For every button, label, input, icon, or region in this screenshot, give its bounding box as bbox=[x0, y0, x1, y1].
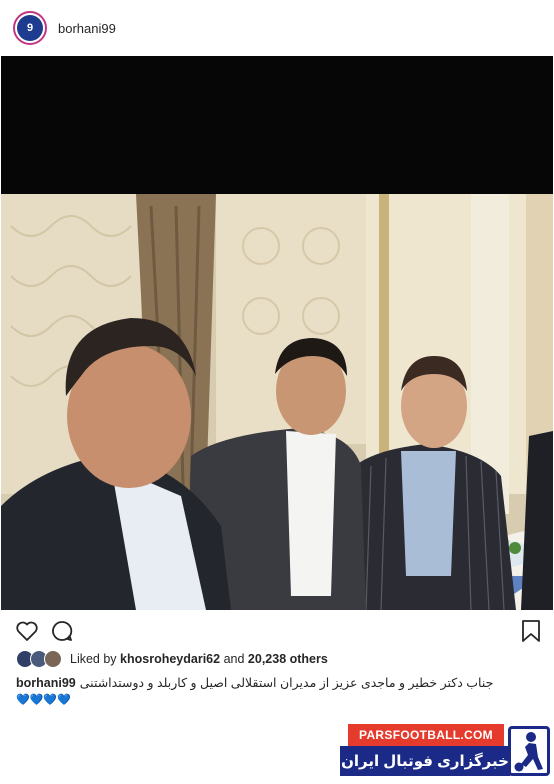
heart-outline-icon[interactable] bbox=[14, 618, 40, 644]
comment-bubble-icon[interactable] bbox=[49, 618, 75, 644]
caption-text: جناب دکتر خطیر و ماجدی عزیز از مدیران اس… bbox=[79, 676, 494, 690]
watermark-name: خبرگزاری فوتبال ایران bbox=[340, 746, 510, 776]
likes-count-link[interactable]: 20,238 others bbox=[248, 652, 328, 666]
caption-username-link[interactable]: borhani99 bbox=[16, 676, 76, 690]
avatar-image: 9 bbox=[17, 15, 43, 41]
instagram-post-card: 9 borhani99 Liked by khosroheydari62 and… bbox=[0, 0, 554, 784]
avatar[interactable]: 9 bbox=[13, 11, 47, 45]
post-header: 9 borhani99 bbox=[0, 0, 554, 56]
liker-avatar bbox=[44, 650, 62, 668]
post-caption: borhani99 جناب دکتر خطیر و ماجدی عزیز از… bbox=[16, 675, 540, 691]
likes-summary: Liked by khosroheydari62 and 20,238 othe… bbox=[16, 648, 328, 670]
likes-and: and bbox=[223, 652, 245, 666]
liker-avatars bbox=[16, 649, 64, 669]
bookmark-icon[interactable] bbox=[518, 618, 544, 644]
caption-emoji: 💙💙💙💙 bbox=[16, 694, 71, 706]
post-photo[interactable] bbox=[1, 56, 553, 610]
likes-prefix: Liked by bbox=[70, 652, 117, 666]
watermark-site: PARSFOOTBALL.COM bbox=[348, 724, 504, 746]
action-bar bbox=[0, 614, 554, 648]
liked-by-user-link[interactable]: khosroheydari62 bbox=[120, 652, 220, 666]
football-player-logo-icon bbox=[508, 726, 550, 776]
username-link[interactable]: borhani99 bbox=[58, 21, 116, 36]
watermark: PARSFOOTBALL.COM خبرگزاری فوتبال ایران bbox=[340, 724, 550, 778]
photo-illustration bbox=[1, 56, 553, 610]
